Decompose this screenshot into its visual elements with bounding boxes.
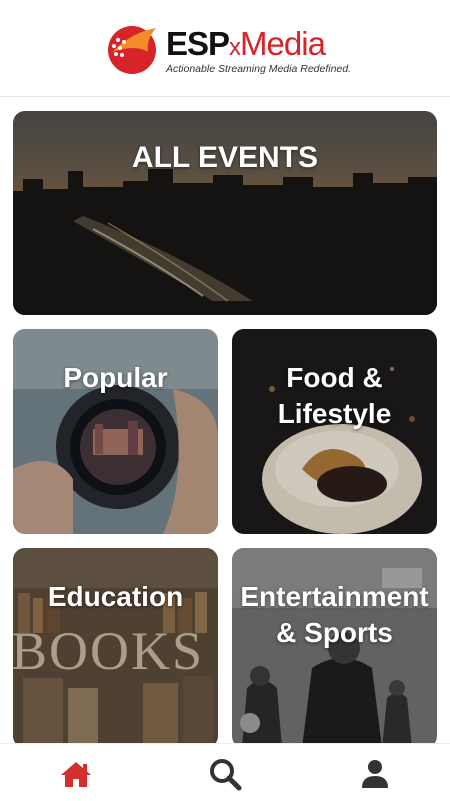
nav-profile-button[interactable] <box>355 754 395 794</box>
food-lifestyle-label: Food & Lifestyle <box>232 360 437 432</box>
food-lifestyle-line2: Lifestyle <box>277 398 392 429</box>
books-watermark: BOOKS <box>13 621 205 681</box>
brand-prefix: ESP <box>166 25 230 62</box>
search-icon <box>210 759 242 791</box>
logo-mark-icon <box>108 26 156 74</box>
popular-tile[interactable]: Popular <box>13 329 218 534</box>
nav-search-button[interactable] <box>205 754 245 794</box>
home-icon <box>61 762 91 787</box>
entertainment-sports-line1: Entertainment <box>240 581 429 612</box>
bottom-nav <box>0 743 450 801</box>
entertainment-sports-line2: & Sports <box>276 617 393 648</box>
brand-tagline: Actionable Streaming Media Redefined. <box>166 63 352 75</box>
entertainment-sports-tile[interactable]: Entertainment & Sports <box>232 548 437 748</box>
nav-home-button[interactable] <box>56 754 96 794</box>
brand-suffix: Media <box>240 25 326 62</box>
brand-x: x <box>229 34 241 61</box>
brand-name: ESPxMedia <box>166 25 326 66</box>
entertainment-sports-label: Entertainment & Sports <box>232 579 437 651</box>
education-tile[interactable]: BOOKS Education <box>13 548 218 748</box>
user-icon <box>362 760 388 788</box>
all-events-label: ALL EVENTS <box>131 141 319 174</box>
all-events-tile[interactable]: ALL EVENTS <box>13 111 437 315</box>
popular-label: Popular <box>63 362 168 393</box>
app-header: ESPxMedia Actionable Streaming Media Red… <box>0 0 450 97</box>
espxmedia-logo[interactable]: ESPxMedia Actionable Streaming Media Red… <box>106 22 356 78</box>
food-lifestyle-tile[interactable]: Food & Lifestyle <box>232 329 437 534</box>
education-label: Education <box>47 581 184 612</box>
food-lifestyle-line1: Food & <box>286 362 383 393</box>
